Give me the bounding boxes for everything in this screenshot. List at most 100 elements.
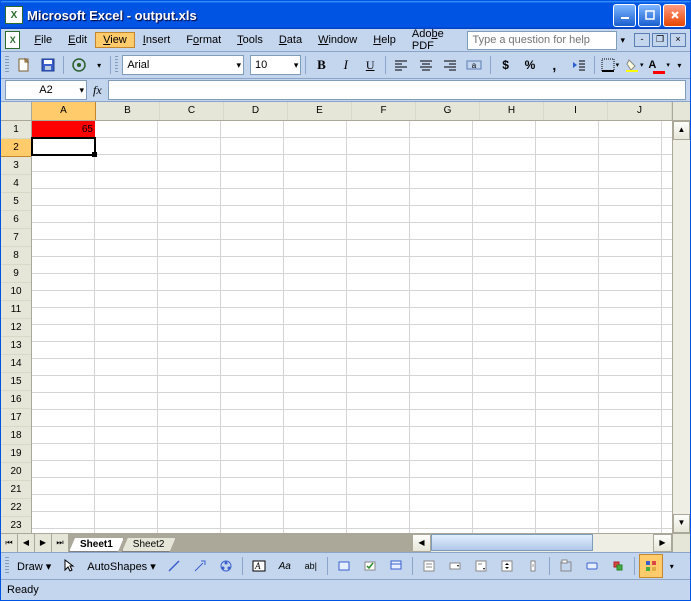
mdi-minimize-button[interactable]: - <box>634 33 650 47</box>
row-header-9[interactable]: 9 <box>1 265 31 283</box>
currency-button[interactable]: $ <box>494 53 516 77</box>
scrollbar-button[interactable] <box>521 554 545 578</box>
column-header-G[interactable]: G <box>416 102 480 120</box>
menu-view[interactable]: View <box>95 32 135 48</box>
combo-button[interactable] <box>443 554 467 578</box>
name-box[interactable]: A2 <box>5 80 87 100</box>
menu-window[interactable]: Window <box>310 32 365 48</box>
font-color-button[interactable]: A▾ <box>647 53 670 77</box>
row-header-4[interactable]: 4 <box>1 175 31 193</box>
menu-edit[interactable]: Edit <box>60 32 95 48</box>
row-header-2[interactable]: 2 <box>1 139 31 157</box>
toolbar-grip-3[interactable] <box>5 557 9 575</box>
vertical-scrollbar[interactable]: ▲ ▼ <box>672 102 690 533</box>
toolbar-grip-2[interactable] <box>115 56 119 74</box>
combo2-button[interactable] <box>469 554 493 578</box>
toolbar-options-button-2[interactable]: ▾ <box>673 53 686 77</box>
tab-nav-prev[interactable]: ◀ <box>18 534 35 552</box>
abl-button[interactable]: ab| <box>299 554 323 578</box>
cell-A1[interactable]: 65 <box>32 121 95 138</box>
row-header-12[interactable]: 12 <box>1 319 31 337</box>
font-size-select[interactable]: 10 <box>250 55 301 75</box>
menu-format[interactable]: Format <box>178 32 229 48</box>
wordart-vert-button[interactable]: Aa <box>273 554 297 578</box>
sheet-tab-2[interactable]: Sheet2 <box>122 538 176 552</box>
mdi-restore-button[interactable]: ❐ <box>652 33 668 47</box>
help-dropdown-icon[interactable]: ▾ <box>620 35 625 46</box>
menu-insert[interactable]: Insert <box>135 32 179 48</box>
permission-button[interactable] <box>68 53 90 77</box>
more-controls-button[interactable] <box>606 554 630 578</box>
mdi-close-button[interactable]: × <box>670 33 686 47</box>
save-button[interactable] <box>37 53 59 77</box>
close-button[interactable] <box>663 4 686 27</box>
row-header-3[interactable]: 3 <box>1 157 31 175</box>
drawing-toolbar-options[interactable]: ▾ <box>665 554 679 578</box>
align-center-button[interactable] <box>415 53 437 77</box>
sheet-tab-1[interactable]: Sheet1 <box>69 538 124 552</box>
cells-area[interactable]: 65 <box>32 121 672 533</box>
row-header-16[interactable]: 16 <box>1 391 31 409</box>
row-header-21[interactable]: 21 <box>1 481 31 499</box>
autoshapes-menu[interactable]: AutoShapes ▾ <box>83 560 160 573</box>
vscroll-track[interactable] <box>673 140 690 514</box>
fx-icon[interactable]: fx <box>93 83 102 98</box>
list-button[interactable] <box>417 554 441 578</box>
row-header-23[interactable]: 23 <box>1 517 31 533</box>
checkbox-button[interactable] <box>358 554 382 578</box>
bold-button[interactable]: B <box>310 53 332 77</box>
column-header-E[interactable]: E <box>288 102 352 120</box>
group-box-button[interactable] <box>554 554 578 578</box>
help-search-input[interactable] <box>467 31 617 50</box>
merge-center-button[interactable]: a <box>463 53 485 77</box>
row-header-14[interactable]: 14 <box>1 355 31 373</box>
toolbar-grip[interactable] <box>5 56 9 74</box>
row-header-5[interactable]: 5 <box>1 193 31 211</box>
menu-data[interactable]: Data <box>271 32 310 48</box>
column-header-C[interactable]: C <box>160 102 224 120</box>
percent-button[interactable]: % <box>519 53 541 77</box>
scroll-right-button[interactable]: ▶ <box>653 534 672 552</box>
menu-file[interactable]: File <box>26 32 60 48</box>
toggle-button[interactable] <box>580 554 604 578</box>
tab-nav-next[interactable]: ▶ <box>35 534 52 552</box>
column-header-I[interactable]: I <box>544 102 608 120</box>
spinner-button[interactable] <box>495 554 519 578</box>
column-header-D[interactable]: D <box>224 102 288 120</box>
row-header-8[interactable]: 8 <box>1 247 31 265</box>
draw-menu[interactable]: Draw ▾ <box>13 560 55 573</box>
column-header-H[interactable]: H <box>480 102 544 120</box>
row-header-1[interactable]: 1 <box>1 121 31 139</box>
workbook-icon[interactable]: X <box>5 31 20 49</box>
textbox-button[interactable]: A <box>247 554 271 578</box>
fill-handle[interactable] <box>92 152 97 157</box>
callout-button[interactable] <box>384 554 408 578</box>
column-header-J[interactable]: J <box>608 102 672 120</box>
tab-nav-last[interactable]: ⏭ <box>52 534 69 552</box>
scroll-left-button[interactable]: ◀ <box>412 534 431 552</box>
column-header-B[interactable]: B <box>96 102 160 120</box>
scroll-up-button[interactable]: ▲ <box>673 121 690 140</box>
minimize-button[interactable] <box>613 4 636 27</box>
horizontal-scrollbar[interactable]: ◀ ▶ <box>412 534 672 552</box>
rectangle-button[interactable] <box>332 554 356 578</box>
row-header-18[interactable]: 18 <box>1 427 31 445</box>
row-header-22[interactable]: 22 <box>1 499 31 517</box>
fill-color-button[interactable]: ▾ <box>623 53 645 77</box>
row-header-20[interactable]: 20 <box>1 463 31 481</box>
design-mode-button[interactable] <box>639 554 663 578</box>
toolbar-options-button[interactable]: ▾ <box>93 53 106 77</box>
row-header-7[interactable]: 7 <box>1 229 31 247</box>
borders-button[interactable]: ▾ <box>599 53 621 77</box>
row-header-15[interactable]: 15 <box>1 373 31 391</box>
row-header-6[interactable]: 6 <box>1 211 31 229</box>
select-all-button[interactable] <box>1 102 32 121</box>
formula-bar[interactable] <box>108 80 686 100</box>
column-header-F[interactable]: F <box>352 102 416 120</box>
row-header-17[interactable]: 17 <box>1 409 31 427</box>
maximize-button[interactable] <box>638 4 661 27</box>
hscroll-thumb[interactable] <box>431 534 593 551</box>
menu-tools[interactable]: Tools <box>229 32 271 48</box>
tab-nav-first[interactable]: ⏮ <box>1 534 18 552</box>
menu-adobe-pdf[interactable]: Adobe PDF <box>404 26 468 54</box>
